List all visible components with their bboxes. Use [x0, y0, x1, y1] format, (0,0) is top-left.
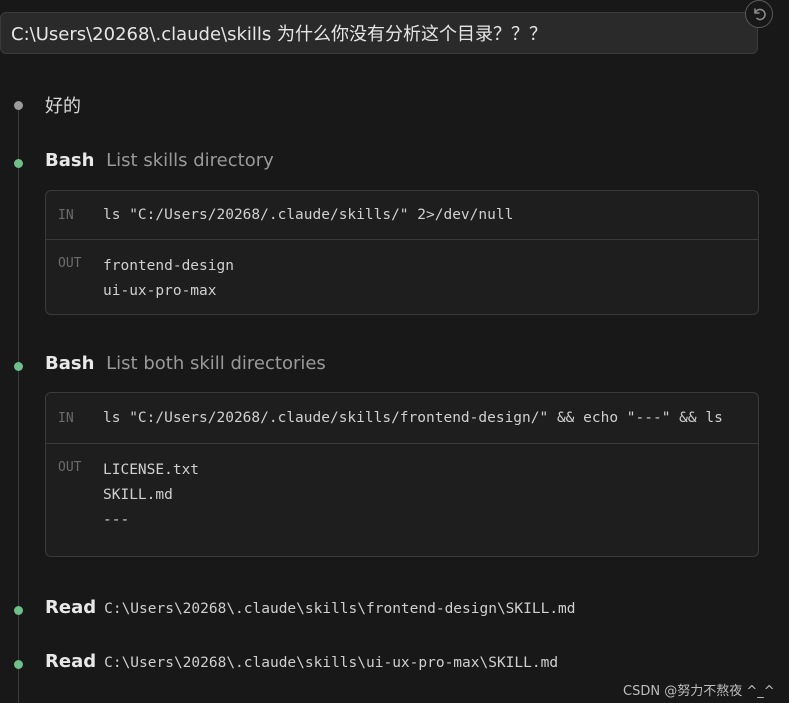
in-label: IN [58, 207, 74, 223]
tool-name: Bash [45, 150, 95, 171]
tool-name: Bash [45, 353, 95, 374]
io-box-list-skills: IN ls "C:/Users/20268/.claude/skills/" 2… [45, 190, 759, 315]
command-text[interactable]: ls "C:/Users/20268/.claude/skills/fronte… [103, 410, 723, 426]
output-line-truncated-fade [103, 533, 199, 556]
command-text[interactable]: ls "C:/Users/20268/.claude/skills/" 2>/d… [103, 207, 513, 223]
tool-description: List skills directory [106, 150, 274, 171]
io-output-row: OUT frontend-design ui-ux-pro-max [46, 240, 758, 304]
io-input-row: IN ls "C:/Users/20268/.claude/skills/fro… [46, 393, 758, 444]
chat-transcript: C:\Users\20268\.claude\skills 为什么你没有分析这个… [0, 0, 789, 703]
status-dot [14, 606, 23, 615]
step-header[interactable]: Read C:\Users\20268\.claude\skills\ui-ux-… [45, 651, 558, 672]
file-path[interactable]: C:\Users\20268\.claude\skills\ui-ux-pro-… [104, 655, 558, 671]
output-line: SKILL.md [103, 487, 173, 503]
io-input-row: IN ls "C:/Users/20268/.claude/skills/" 2… [46, 191, 758, 240]
out-label: OUT [58, 460, 82, 475]
out-label: OUT [58, 256, 82, 271]
status-dot [14, 159, 23, 168]
tool-name: Read [45, 597, 97, 618]
output-lines[interactable]: frontend-design ui-ux-pro-max [103, 254, 234, 304]
step-header[interactable]: Read C:\Users\20268\.claude\skills\fronte… [45, 597, 576, 618]
undo-icon [754, 8, 766, 21]
io-output-row: OUT LICENSE.txt SKILL.md --- [46, 444, 758, 556]
output-line: --- [103, 512, 130, 528]
file-path[interactable]: C:\Users\20268\.claude\skills\frontend-d… [104, 601, 575, 617]
output-lines[interactable]: LICENSE.txt SKILL.md --- [103, 458, 200, 556]
tool-name: Read [45, 651, 97, 672]
tool-description: List both skill directories [106, 353, 326, 374]
user-prompt-bubble[interactable]: C:\Users\20268\.claude\skills 为什么你没有分析这个… [0, 12, 758, 54]
io-box-list-both: IN ls "C:/Users/20268/.claude/skills/fro… [45, 392, 759, 557]
output-line: LICENSE.txt [103, 462, 200, 478]
status-dot [14, 101, 23, 110]
undo-button[interactable] [745, 0, 773, 28]
user-prompt-text: C:\Users\20268\.claude\skills 为什么你没有分析这个… [11, 24, 548, 45]
assistant-reply-text: 好的 [45, 96, 81, 117]
status-dot [14, 362, 23, 371]
in-label: IN [58, 410, 74, 426]
step-header[interactable]: Bash List skills directory [45, 150, 274, 171]
output-line: frontend-design [103, 258, 234, 274]
output-line: ui-ux-pro-max [103, 283, 217, 299]
status-dot [14, 660, 23, 669]
watermark: CSDN @努力不熬夜 ^_^ [623, 684, 775, 699]
step-header[interactable]: Bash List both skill directories [45, 353, 326, 374]
